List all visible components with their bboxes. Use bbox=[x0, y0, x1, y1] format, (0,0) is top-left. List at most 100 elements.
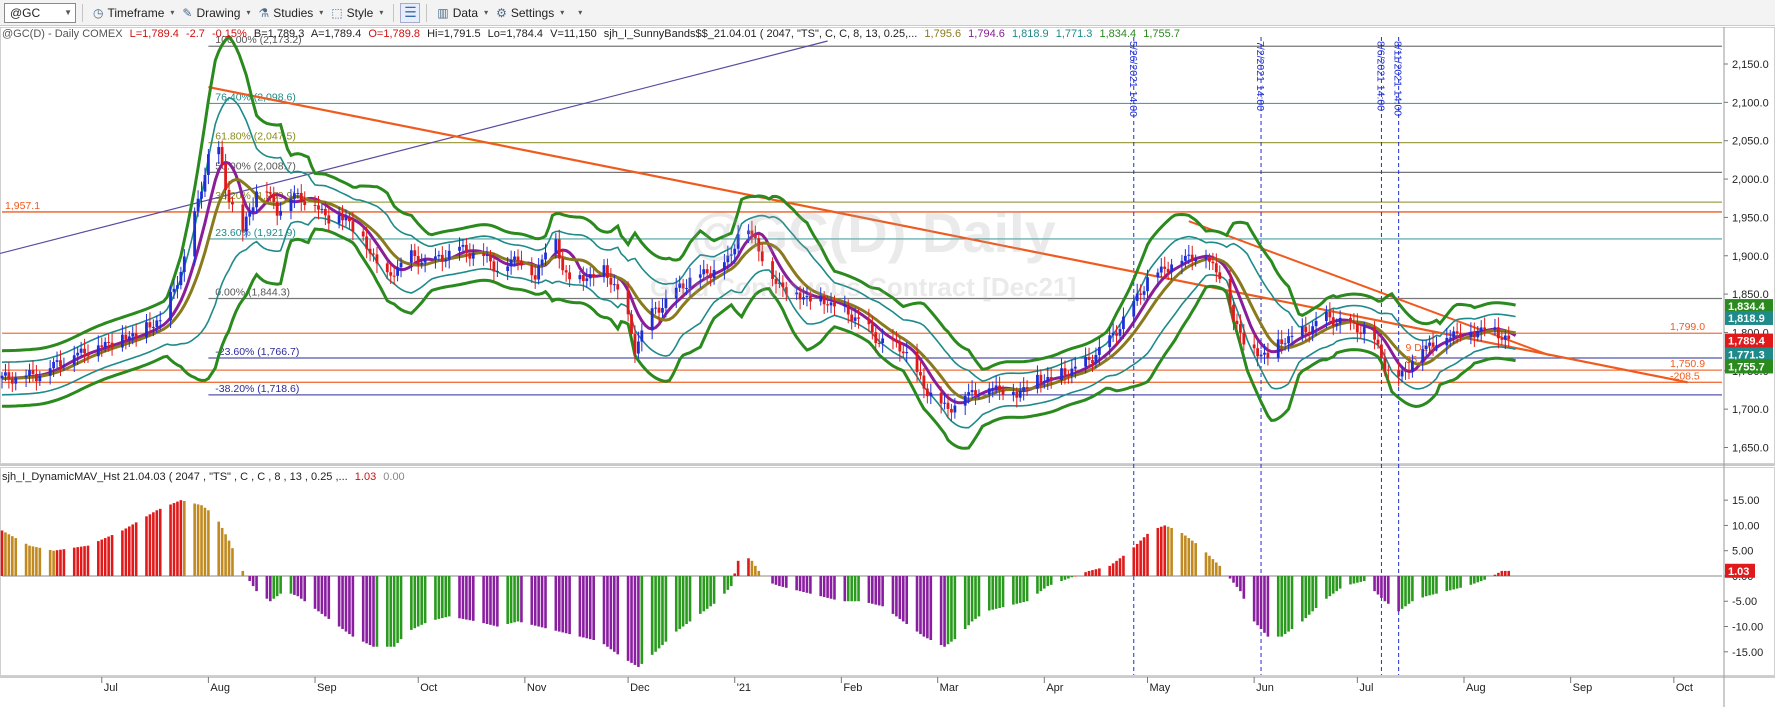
histogram-bar bbox=[736, 560, 740, 576]
histogram-bar bbox=[712, 575, 716, 604]
histogram-bar bbox=[994, 575, 998, 609]
price-tag-label: 1,789.4 bbox=[1728, 336, 1766, 348]
candle-body bbox=[1311, 326, 1315, 335]
toolbar-divider bbox=[426, 3, 428, 22]
histogram-bar bbox=[871, 575, 874, 604]
histogram-bar bbox=[296, 575, 300, 597]
candle-body bbox=[1190, 254, 1194, 262]
histogram-bar bbox=[657, 575, 661, 649]
histogram-bar bbox=[564, 575, 568, 634]
chart-canvas[interactable]: 2,150.0 2,100.0 2,050.0 2,000.0 1,950.0 1,900… bbox=[0, 27, 1775, 707]
candle-body bbox=[1359, 332, 1363, 335]
histogram-bar bbox=[1166, 526, 1170, 576]
histogram-bar bbox=[100, 539, 104, 576]
candle-body bbox=[396, 267, 399, 276]
drawing-button[interactable]: ✎ Drawing ▾ bbox=[178, 3, 254, 23]
time-axis-label: Mar bbox=[940, 682, 959, 694]
histogram-bar bbox=[1111, 563, 1115, 576]
histogram-bar bbox=[991, 575, 995, 610]
histogram-bar bbox=[874, 575, 878, 605]
toolbar-divider bbox=[393, 3, 395, 22]
settings-button[interactable]: ⚙ Settings ▾ bbox=[492, 3, 568, 23]
candle-body bbox=[991, 388, 995, 390]
candle-body bbox=[1407, 370, 1411, 372]
candle-body bbox=[1276, 339, 1280, 358]
candle-body bbox=[320, 208, 324, 210]
histogram-bar bbox=[513, 575, 516, 623]
histogram-axis-label: 5.00 bbox=[1732, 546, 1753, 558]
candle-body bbox=[1142, 291, 1146, 295]
histogram-bar bbox=[1132, 547, 1136, 576]
candle-body bbox=[581, 275, 585, 282]
candle-body bbox=[1228, 278, 1232, 305]
candle-body bbox=[1046, 376, 1050, 382]
candle-body bbox=[1073, 366, 1077, 369]
time-axis-label: Jun bbox=[1256, 682, 1274, 694]
histogram-bar bbox=[850, 575, 853, 602]
candle-body bbox=[86, 353, 90, 357]
histogram-bar bbox=[1331, 575, 1335, 594]
candle-body bbox=[939, 392, 943, 404]
histogram-bar bbox=[898, 575, 902, 619]
histogram-bar bbox=[516, 575, 520, 622]
histogram-bar bbox=[1263, 575, 1266, 633]
candle-body bbox=[950, 408, 953, 413]
studies-button[interactable]: ⚗ Studies ▾ bbox=[255, 3, 328, 23]
candle-body bbox=[922, 375, 926, 389]
candle-body bbox=[967, 392, 971, 396]
candle-body bbox=[1204, 257, 1208, 260]
histogram-bar bbox=[1411, 575, 1414, 602]
histogram-bar bbox=[915, 575, 919, 632]
candle-body bbox=[977, 394, 981, 396]
histogram-value-2: 0.00 bbox=[383, 471, 405, 483]
candle-body bbox=[1252, 344, 1256, 349]
chart-area[interactable]: 2,150.0 2,100.0 2,050.0 2,000.0 1,950.0 1,900… bbox=[0, 27, 1775, 707]
time-axis-label: Sep bbox=[317, 682, 337, 694]
fib-level-label: 23.60% (1,921.9) bbox=[215, 227, 296, 239]
histogram-bar bbox=[688, 575, 692, 622]
histogram-bar bbox=[1452, 575, 1455, 590]
candle-body bbox=[554, 239, 558, 253]
candle-body bbox=[606, 265, 609, 278]
candle-body bbox=[1018, 390, 1022, 398]
histogram-bar bbox=[606, 575, 609, 647]
histogram-bar bbox=[747, 558, 750, 576]
histogram-bar bbox=[1252, 575, 1256, 622]
candle-body bbox=[1159, 266, 1163, 273]
candle-body bbox=[1259, 354, 1263, 357]
histogram-bar bbox=[1139, 540, 1142, 576]
histogram-bar bbox=[1428, 575, 1431, 596]
histogram-bar bbox=[1479, 575, 1483, 582]
candle-body bbox=[733, 248, 737, 255]
candle-body bbox=[1015, 391, 1019, 398]
candle-body bbox=[495, 270, 499, 272]
histogram-bar bbox=[1094, 569, 1098, 576]
candle-body bbox=[72, 355, 76, 365]
toolbar-overflow-button[interactable]: ▾ bbox=[568, 3, 586, 23]
candle-body bbox=[626, 289, 630, 315]
candle-body bbox=[802, 297, 805, 300]
candle-body bbox=[14, 377, 18, 384]
histogram-bar bbox=[557, 575, 561, 632]
candle-body bbox=[867, 318, 871, 325]
candle-body bbox=[440, 254, 444, 262]
layout-icon[interactable]: ☰ bbox=[400, 2, 421, 23]
symbol-text: @GC bbox=[10, 5, 41, 20]
candle-body bbox=[609, 277, 613, 285]
data-button[interactable]: ▥ Data ▾ bbox=[433, 3, 492, 23]
candle-body bbox=[1084, 357, 1087, 367]
histogram-bar bbox=[313, 575, 317, 609]
histogram-bar bbox=[1325, 575, 1328, 599]
histogram-bar bbox=[1387, 575, 1390, 604]
symbol-selector[interactable]: @GC ▼ bbox=[4, 2, 76, 23]
candle-body bbox=[850, 314, 854, 321]
histogram-bar bbox=[754, 565, 757, 576]
style-button[interactable]: ⬚ Style ▾ bbox=[327, 3, 387, 23]
candle-body bbox=[530, 265, 534, 276]
timeframe-button[interactable]: ◷ Timeframe ▾ bbox=[89, 3, 178, 23]
candle-body bbox=[413, 250, 417, 257]
histogram-bar bbox=[1397, 575, 1400, 612]
histogram-bar bbox=[169, 504, 172, 576]
histogram-bar bbox=[217, 521, 221, 576]
histogram-bar bbox=[1018, 575, 1022, 603]
